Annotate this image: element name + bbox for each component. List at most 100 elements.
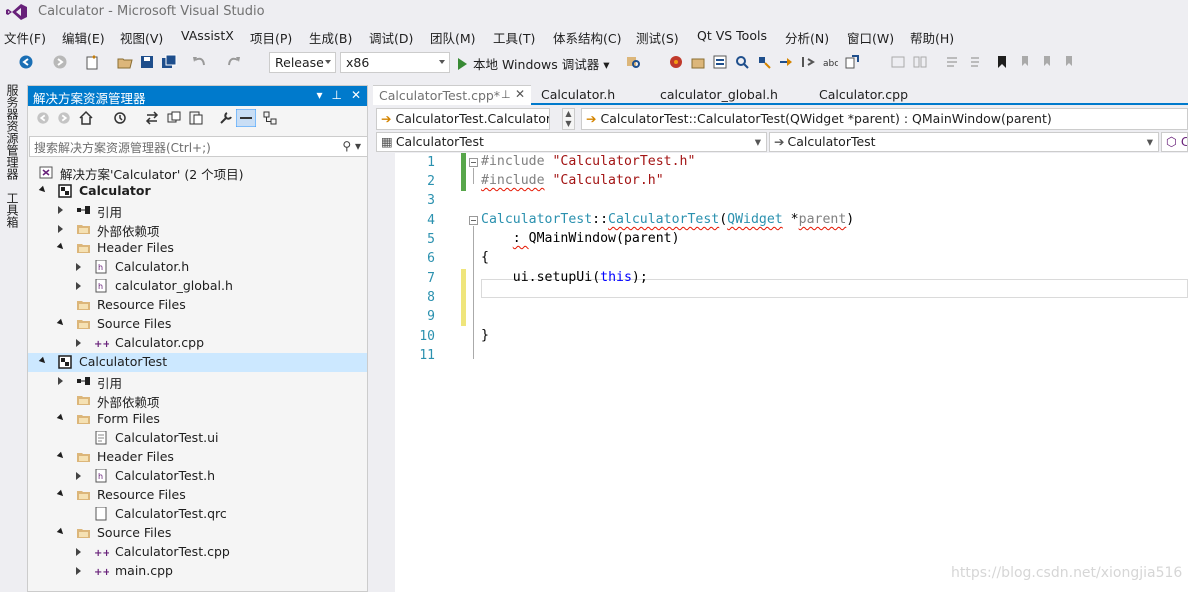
close-icon[interactable]: ✕ <box>351 88 361 102</box>
collapse-outline-icon[interactable] <box>469 216 478 225</box>
tree-node-header-files[interactable]: Header Files <box>28 448 367 467</box>
tab-calculator-cpp[interactable]: Calculator.cpp <box>813 85 914 105</box>
class-dropdown-left[interactable]: ▦ CalculatorTest ▾ <box>376 132 767 152</box>
expand-arrow-icon[interactable] <box>56 318 66 328</box>
toolbox-tab[interactable]: 工具箱 <box>4 192 21 228</box>
platform-dropdown[interactable]: x86 <box>340 52 450 73</box>
expand-arrow-icon[interactable] <box>56 527 66 537</box>
clear-bookmarks-icon[interactable] <box>1060 54 1076 70</box>
menu-edit[interactable]: 编辑(E) <box>62 28 105 47</box>
goto-icon[interactable] <box>778 54 794 70</box>
expand-arrow-icon[interactable] <box>38 185 48 195</box>
tree-node-calculatortest-qrc[interactable]: CalculatorTest.qrc <box>28 505 367 524</box>
show-all-files-icon[interactable] <box>188 110 204 126</box>
collapse-arrow-icon[interactable] <box>58 377 64 385</box>
layout2-icon[interactable] <box>912 54 928 70</box>
tree-node-calculator-h[interactable]: h Calculator.h <box>28 258 367 277</box>
collapse-arrow-icon[interactable] <box>76 282 82 290</box>
tree-node-calculator-cpp[interactable]: ++ Calculator.cpp <box>28 334 367 353</box>
navigate-icon[interactable] <box>756 54 772 70</box>
code-editor[interactable]: 1 2 3 4 5 6 7 8 9 10 11 #include "Calcul… <box>373 153 1188 592</box>
collapse-arrow-icon[interactable] <box>58 206 64 214</box>
start-debugging-button[interactable]: 本地 Windows 调试器 ▾ <box>458 54 610 73</box>
properties-icon[interactable] <box>712 54 728 70</box>
save-all-icon[interactable] <box>161 54 177 70</box>
scope-dropdown[interactable]: ➔ CalculatorTest.Calculator <box>376 108 550 130</box>
pin-icon[interactable]: ⊥ <box>331 88 341 102</box>
solution-config-dropdown[interactable]: Release <box>269 52 336 73</box>
prev-bookmark-icon[interactable] <box>1016 54 1032 70</box>
menu-view[interactable]: 视图(V) <box>120 28 163 47</box>
sync-icon[interactable] <box>144 110 160 126</box>
comment-icon[interactable] <box>944 54 960 70</box>
forward-icon[interactable] <box>52 54 68 70</box>
new-project-icon[interactable] <box>84 54 100 70</box>
toolbox-icon[interactable] <box>690 54 706 70</box>
find-in-files-icon[interactable] <box>625 54 641 70</box>
collapse-arrow-icon[interactable] <box>76 472 82 480</box>
tree-node-resource-files[interactable]: Resource Files <box>28 296 367 315</box>
menu-team[interactable]: 团队(M) <box>430 28 476 47</box>
collapse-outline-icon[interactable] <box>469 158 478 167</box>
attach-icon[interactable] <box>844 54 860 70</box>
tree-node-form-files[interactable]: Form Files <box>28 410 367 429</box>
menu-vassistx[interactable]: VAssistX <box>181 28 234 43</box>
expand-arrow-icon[interactable] <box>56 413 66 423</box>
tree-node-external-deps[interactable]: 外部依赖项 <box>28 220 367 239</box>
tree-node-header-files[interactable]: Header Files <box>28 239 367 258</box>
menu-project[interactable]: 项目(P) <box>250 28 292 47</box>
tree-node-solution[interactable]: 解决方案'Calculator' (2 个项目) <box>28 163 367 182</box>
next-bookmark-icon[interactable] <box>1038 54 1054 70</box>
expand-arrow-icon[interactable] <box>56 242 66 252</box>
tree-node-calculatortest-ui[interactable]: CalculatorTest.ui <box>28 429 367 448</box>
back-icon[interactable] <box>18 54 34 70</box>
class-dropdown-right[interactable]: ➔ CalculatorTest ▾ <box>769 132 1159 152</box>
pin-tab-icon[interactable]: ⊥ <box>501 88 511 101</box>
class-view-icon[interactable] <box>262 110 278 126</box>
preview-selected-icon[interactable] <box>236 109 256 127</box>
menu-debug[interactable]: 调试(D) <box>369 28 413 47</box>
tab-calculator-global-h[interactable]: calculator_global.h <box>654 85 784 105</box>
tree-node-references[interactable]: 引用 <box>28 372 367 391</box>
tree-node-calculator-global-h[interactable]: h calculator_global.h <box>28 277 367 296</box>
expand-arrow-icon[interactable] <box>56 451 66 461</box>
redo-icon[interactable] <box>226 54 242 70</box>
bookmark-icon[interactable] <box>994 54 1010 70</box>
collapse-all-icon[interactable] <box>166 110 182 126</box>
search-icon[interactable] <box>734 54 750 70</box>
tree-node-main-cpp[interactable]: ++ main.cpp <box>28 562 367 581</box>
collapse-arrow-icon[interactable] <box>76 263 82 271</box>
tree-node-project-calculatortest[interactable]: CalculatorTest <box>28 353 367 372</box>
home-icon[interactable] <box>78 110 94 126</box>
uncomment-icon[interactable] <box>966 54 982 70</box>
layout-icon[interactable] <box>890 54 906 70</box>
undo-icon[interactable] <box>191 54 207 70</box>
member-dropdown[interactable]: ➔ CalculatorTest::CalculatorTest(QWidget … <box>581 108 1188 130</box>
menu-architecture[interactable]: 体系结构(C) <box>553 28 621 47</box>
back-icon[interactable] <box>36 111 50 125</box>
menu-qt-vs-tools[interactable]: Qt VS Tools <box>697 28 767 43</box>
dropdown-icon[interactable]: ▾ <box>316 88 322 102</box>
tree-node-references[interactable]: 引用 <box>28 201 367 220</box>
server-explorer-tab[interactable]: 服务器资源管理器 <box>4 84 21 180</box>
tree-node-resource-files[interactable]: Resource Files <box>28 486 367 505</box>
collapse-arrow-icon[interactable] <box>76 567 82 575</box>
close-tab-icon[interactable]: ✕ <box>515 87 525 101</box>
expand-arrow-icon[interactable] <box>38 356 48 366</box>
step-icon[interactable] <box>800 54 816 70</box>
tree-node-project-calculator[interactable]: Calculator <box>28 182 367 201</box>
open-file-icon[interactable] <box>117 54 133 70</box>
tree-node-source-files[interactable]: Source Files <box>28 315 367 334</box>
menu-file[interactable]: 文件(F) <box>4 28 46 47</box>
collapse-arrow-icon[interactable] <box>76 548 82 556</box>
build-icon[interactable] <box>668 54 684 70</box>
tree-node-calculatortest-cpp[interactable]: ++ CalculatorTest.cpp <box>28 543 367 562</box>
menu-test[interactable]: 测试(S) <box>636 28 679 47</box>
tab-calculatortest-cpp[interactable]: CalculatorTest.cpp* ⊥ ✕ <box>373 85 531 105</box>
tab-calculator-h[interactable]: Calculator.h <box>535 85 621 105</box>
menu-help[interactable]: 帮助(H) <box>910 28 954 47</box>
scope-spinner[interactable]: ▲ ▼ <box>562 108 575 130</box>
expand-arrow-icon[interactable] <box>56 489 66 499</box>
tree-node-source-files[interactable]: Source Files <box>28 524 367 543</box>
spell-check-icon[interactable]: abc <box>822 54 838 70</box>
